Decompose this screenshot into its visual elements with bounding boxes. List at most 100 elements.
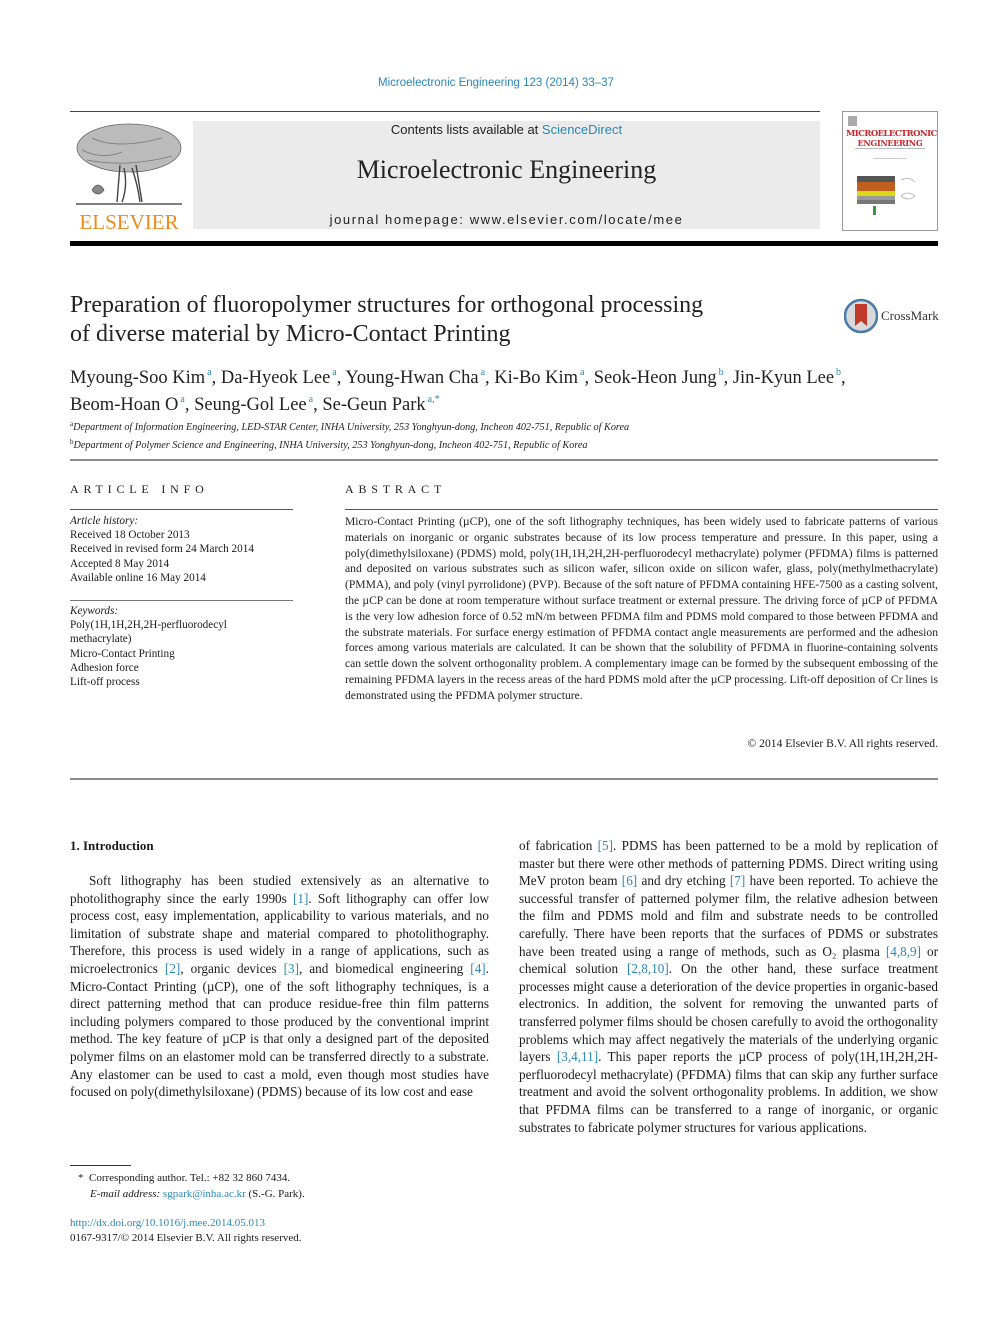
doi-link[interactable]: http://dx.doi.org/10.1016/j.mee.2014.05.… [70,1216,302,1231]
journal-homepage[interactable]: journal homepage: www.elsevier.com/locat… [193,212,820,227]
affiliations: aDepartment of Information Engineering, … [70,417,940,453]
author-name: Ki-Bo Kim [494,368,579,388]
crossmark-badge[interactable]: CrossMark [843,298,940,334]
author[interactable]: Jin-Kyun Lee b [733,367,841,388]
intro-paragraph-1: Soft lithography has been studied extens… [70,872,489,1101]
body-text: of fabrication [519,838,598,853]
footnote-star: * [78,1172,84,1184]
journal-cover-thumbnail[interactable]: MICROELECTRONIC ENGINEERING [842,111,938,231]
keyword: Adhesion force [70,661,139,674]
citation-link[interactable]: [1] [293,891,308,906]
affiliation-marker[interactable]: a [481,367,485,378]
history-accepted: Accepted 8 May 2014 [70,557,170,570]
body-text: , organic devices [180,960,284,976]
contents-line: Contents lists available at ScienceDirec… [193,122,820,137]
citation-link[interactable]: [4,8,9] [886,944,921,959]
abstract-bottom-divider [70,778,938,780]
contents-prefix: Contents lists available at [390,122,542,137]
affiliation-marker[interactable]: a,* [428,394,440,405]
section-divider [70,459,938,461]
article-info-rule [70,509,293,510]
affiliation-marker[interactable]: a [309,394,313,405]
title-line-2: of diverse material by Micro-Contact Pri… [70,321,511,347]
body-text: and dry etching [637,873,730,889]
citation-link[interactable]: [5] [598,838,613,853]
issn-copyright: 0167-9317/© 2014 Elsevier B.V. All right… [70,1232,302,1244]
abstract-text: Micro-Contact Printing (µCP), one of the… [345,515,938,702]
header-thick-rule [70,241,938,246]
email-suffix: (S.-G. Park). [245,1188,305,1200]
affiliation-a: aDepartment of Information Engineering, … [70,417,940,435]
body-column-right: of fabrication [5]. PDMS has been patter… [519,837,938,1136]
author[interactable]: Beom-Hoan Oa [70,394,185,415]
article-info-heading: ARTICLE INFO [70,482,209,496]
cover-editors-line [873,158,907,159]
author-name: Beom-Hoan O [70,395,179,415]
keyword: methacrylate) [70,633,132,646]
affiliation-text: Department of Information Engineering, L… [73,422,630,433]
body-column-left: Soft lithography has been studied extens… [70,872,489,1101]
affiliation-marker[interactable]: b [719,367,724,378]
email-label: E-mail address: [90,1188,163,1200]
affiliation-marker[interactable]: a [580,367,584,378]
citation-link[interactable]: [4] [470,961,485,976]
corresponding-author-footnote: * Corresponding author. Tel.: +82 32 860… [78,1170,305,1202]
author-name: Seok-Heon Jung [593,368,717,388]
author[interactable]: Myoung-Soo Kim a [70,367,212,388]
keyword: Micro-Contact Printing [70,647,175,660]
journal-banner: Contents lists available at ScienceDirec… [193,121,820,229]
history-label: Article history: [70,515,139,527]
keywords: Keywords: Poly(1H,1H,2H,2H-perfluorodecy… [70,604,293,689]
affiliation-b: bDepartment of Polymer Science and Engin… [70,435,940,453]
author-name: Myoung-Soo Kim [70,368,206,388]
citation-link[interactable]: [2,8,10] [627,961,669,976]
author[interactable]: Young-Hwan Cha a [345,367,485,388]
elsevier-logo[interactable]: ELSEVIER [70,118,188,234]
footnote-rule [70,1165,131,1166]
affiliation-marker[interactable]: a [332,367,336,378]
author-name: Young-Hwan Cha [345,368,479,388]
sciencedirect-link[interactable]: ScienceDirect [542,122,622,137]
author-name: Se-Geun Park [322,395,426,415]
affiliation-marker[interactable]: a [207,367,211,378]
abstract-rule [345,509,938,510]
corresponding-text: Corresponding author. Tel.: +82 32 860 7… [89,1172,291,1184]
author[interactable]: Se-Geun Park a,* [322,394,440,415]
author[interactable]: Ki-Bo Kim a [494,367,584,388]
body-text: , and biomedical engineering [298,960,471,976]
elsevier-wordmark: ELSEVIER [79,210,179,234]
author[interactable]: Da-Hyeok Lee a [221,367,337,388]
history-received: Received 18 October 2013 [70,529,190,542]
cover-subtitle-line [855,148,925,149]
author[interactable]: Seok-Heon Jung b [593,367,724,388]
doi-block: http://dx.doi.org/10.1016/j.mee.2014.05.… [70,1216,302,1246]
crossmark-icon [843,298,879,334]
affiliation-marker[interactable]: b [836,367,841,378]
citation-link[interactable]: [3,4,11] [557,1049,598,1064]
citation-link[interactable]: [3] [284,961,299,976]
cover-title-line2: ENGINEERING [857,138,923,148]
keywords-rule [70,600,293,601]
corresponding-line: * Corresponding author. Tel.: +82 32 860… [78,1170,305,1186]
affiliation-text: Department of Polymer Science and Engine… [73,440,588,451]
journal-reference[interactable]: Microelectronic Engineering 123 (2014) 3… [0,77,992,89]
journal-name: Microelectronic Engineering [356,155,657,184]
keyword: Lift-off process [70,676,140,689]
author[interactable]: Seung-Gol Lee a [194,394,313,415]
author-list: Myoung-Soo Kim a, Da-Hyeok Lee a, Young-Hw… [70,367,846,415]
author-name: Seung-Gol Lee [194,395,307,415]
cover-logo-icon [848,116,857,126]
section-heading-introduction: 1. Introduction [70,838,154,853]
title-line-1: Preparation of fluoropolymer structures … [70,292,704,318]
abstract-heading: ABSTRACT [345,482,447,496]
citation-link[interactable]: [6] [622,873,637,888]
email-link[interactable]: sgpark@inha.ac.kr [163,1188,246,1200]
citation-link[interactable]: [7] [730,873,745,888]
affiliation-marker[interactable]: a [180,394,184,405]
keywords-label: Keywords: [70,605,119,617]
cover-figure-icon [857,176,916,215]
keyword: Poly(1H,1H,2H,2H-perfluorodecyl [70,619,227,632]
body-text: . Micro-Contact Printing (µCP), one of t… [70,960,489,1100]
tree-icon [76,123,182,205]
citation-link[interactable]: [2] [165,961,180,976]
